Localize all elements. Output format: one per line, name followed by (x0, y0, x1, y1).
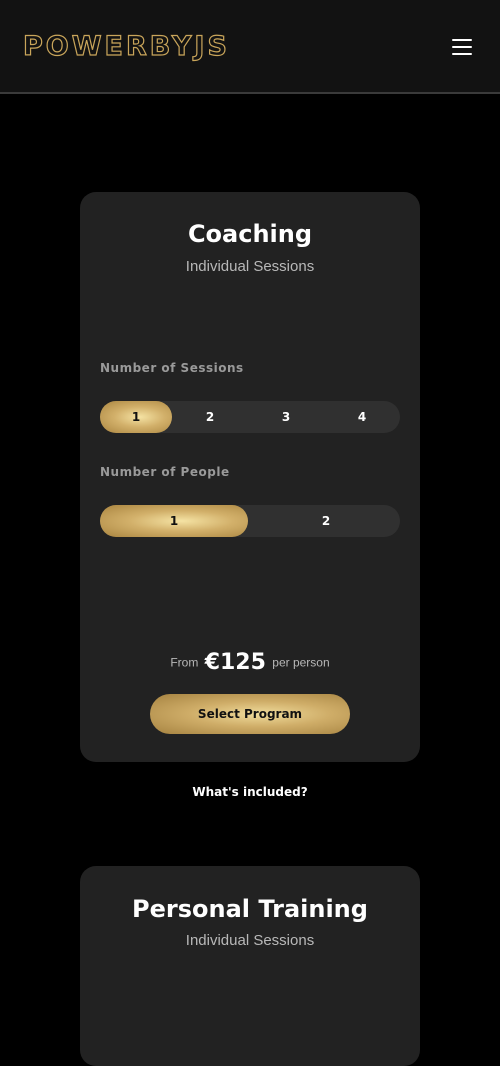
sessions-option-3[interactable]: 3 (248, 401, 324, 433)
sessions-label: Number of Sessions (100, 361, 244, 375)
card-title: Personal Training (132, 895, 368, 923)
program-card-coaching: Coaching Individual Sessions Number of S… (80, 192, 420, 762)
card-subtitle: Individual Sessions (185, 258, 315, 275)
sessions-option-2[interactable]: 2 (172, 401, 248, 433)
sessions-selector: 1 2 3 4 (100, 401, 400, 433)
card-title: Coaching (187, 220, 313, 248)
menu-line (452, 39, 472, 41)
site-header: POWERBYJS (0, 0, 500, 94)
sessions-option-4[interactable]: 4 (324, 401, 400, 433)
sessions-option-1[interactable]: 1 (100, 401, 172, 433)
card-subtitle: Individual Sessions (185, 932, 315, 949)
price-suffix: per person (272, 655, 330, 670)
menu-line (452, 53, 472, 55)
program-card-personal-training: Personal Training Individual Sessions (80, 866, 420, 1066)
price-value: €125 (204, 650, 266, 675)
logo[interactable]: POWERBYJS (22, 29, 230, 65)
people-option-2[interactable]: 2 (252, 505, 400, 537)
menu-line (452, 46, 472, 48)
people-label: Number of People (100, 465, 230, 479)
hamburger-menu-icon[interactable] (450, 36, 474, 58)
price-row: From €125 per person (80, 650, 420, 675)
price-prefix: From (170, 655, 199, 670)
people-selector: 1 2 (100, 505, 400, 537)
select-program-button[interactable]: Select Program (150, 694, 350, 734)
people-option-1[interactable]: 1 (100, 505, 248, 537)
whats-included-link[interactable]: What's included? (0, 785, 500, 799)
